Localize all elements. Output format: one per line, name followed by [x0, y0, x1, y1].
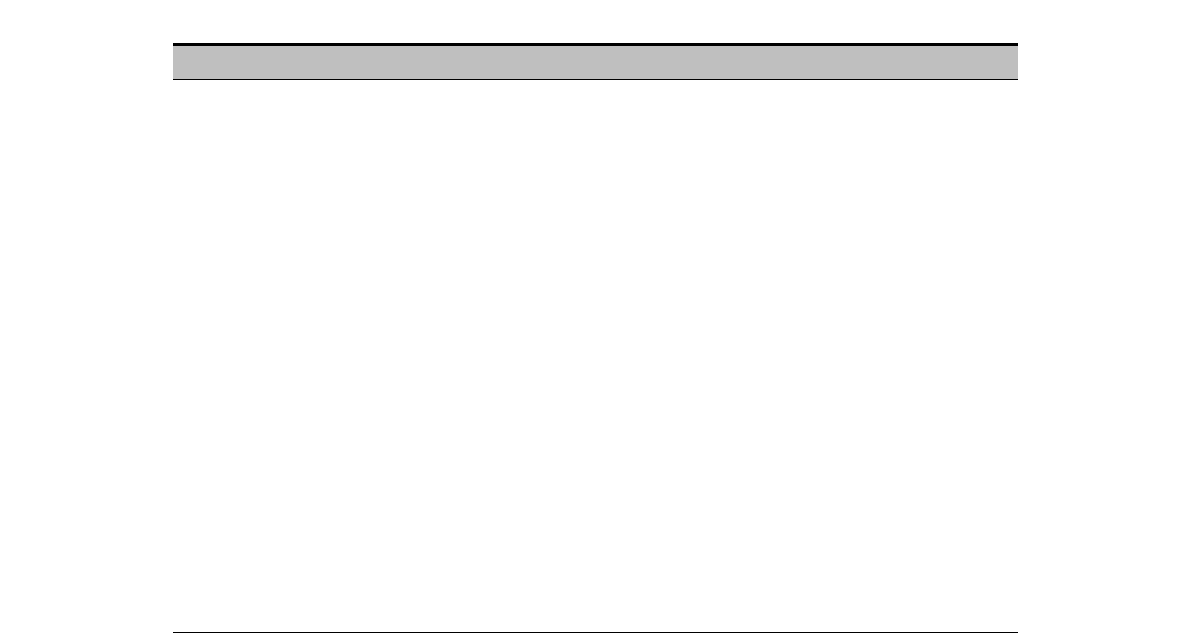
- document-container: [173, 43, 1018, 633]
- table-body: [173, 80, 1018, 633]
- table-header-row: [173, 43, 1018, 80]
